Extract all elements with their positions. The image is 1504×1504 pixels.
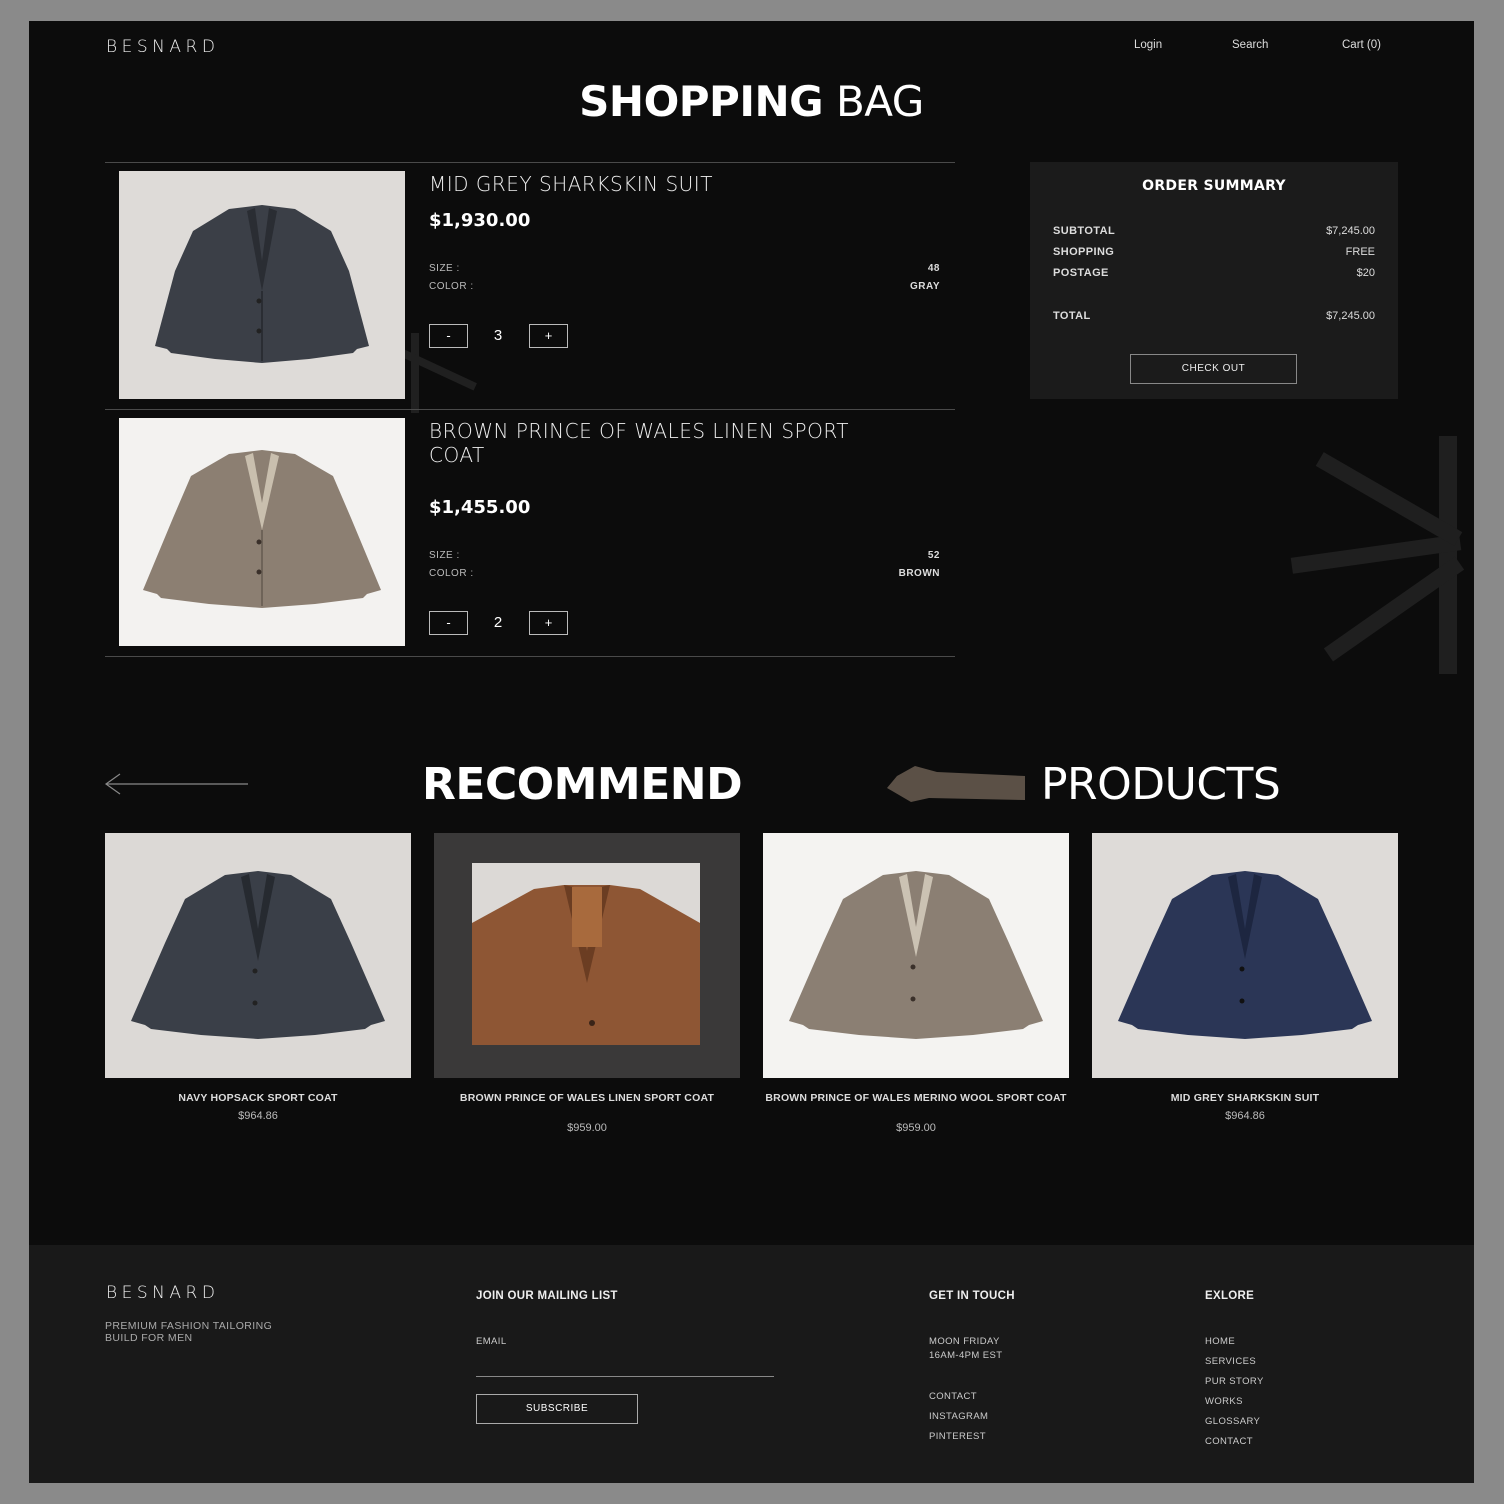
- decrease-quantity-button[interactable]: -: [429, 324, 468, 348]
- mailing-list-title: JOIN OUR MAILING LIST: [476, 1290, 618, 1302]
- product-card-name[interactable]: BROWN PRINCE OF WALES LINEN SPORT COAT: [434, 1092, 740, 1104]
- cart-item-price: $1,930.00: [429, 210, 531, 231]
- jacket-image-icon: [472, 863, 700, 1045]
- explore-link-story[interactable]: PUR STORY: [1205, 1376, 1264, 1387]
- product-card-image[interactable]: [105, 833, 411, 1078]
- jacket-image-icon: [155, 205, 369, 363]
- product-card-price: $964.86: [1225, 1110, 1265, 1122]
- divider: [105, 162, 955, 163]
- cart-item-name[interactable]: BROWN PRINCE OF WALES LINEN SPORT COAT: [429, 419, 909, 467]
- increase-quantity-button[interactable]: +: [529, 611, 568, 635]
- product-card-name[interactable]: BROWN PRINCE OF WALES MERINO WOOL SPORT …: [763, 1092, 1069, 1104]
- main-section: BESNARD Login Search Cart (0) SHOPPING B…: [29, 21, 1474, 1245]
- footer: BESNARD PREMIUM FASHION TAILORING BUILD …: [29, 1245, 1474, 1483]
- increase-quantity-button[interactable]: +: [529, 324, 568, 348]
- page-title-light: BAG: [835, 77, 924, 126]
- tie-decoration-icon: [887, 766, 1025, 802]
- explore-link-services[interactable]: SERVICES: [1205, 1356, 1256, 1367]
- login-link[interactable]: Login: [1134, 39, 1162, 51]
- product-card-price: $964.86: [238, 1110, 278, 1122]
- decorative-asterisk: [1439, 436, 1457, 674]
- brand-logo[interactable]: BESNARD: [106, 37, 219, 57]
- shipping-label: SHOPPING: [1053, 246, 1115, 258]
- page-frame: BESNARD Login Search Cart (0) SHOPPING B…: [29, 21, 1474, 1483]
- product-card-price: $959.00: [896, 1122, 936, 1134]
- recommend-title-bold: RECOMMEND: [422, 759, 743, 810]
- decorative-stroke: [1290, 534, 1462, 574]
- subtotal-label: SUBTOTAL: [1053, 225, 1116, 237]
- footer-tagline: PREMIUM FASHION TAILORING: [105, 1320, 273, 1332]
- product-card-name[interactable]: NAVY HOPSACK SPORT COAT: [105, 1092, 411, 1104]
- shipping-value: FREE: [1345, 246, 1375, 258]
- footer-tagline: BUILD FOR MEN: [105, 1332, 193, 1344]
- decrease-quantity-button[interactable]: -: [429, 611, 468, 635]
- color-value: BROWN: [898, 568, 940, 579]
- product-card-image[interactable]: [763, 833, 1069, 1078]
- size-label: SIZE :: [429, 263, 460, 274]
- explore-link-home[interactable]: HOME: [1205, 1336, 1235, 1347]
- explore-link-glossary[interactable]: GLOSSARY: [1205, 1416, 1260, 1427]
- recommend-title-light: PRODUCTS: [1041, 759, 1281, 810]
- product-card-image[interactable]: [1092, 833, 1398, 1078]
- get-in-touch-title: GET IN TOUCH: [929, 1290, 1015, 1302]
- arrow-left-icon[interactable]: [104, 773, 250, 795]
- size-value: 48: [927, 263, 940, 274]
- cart-item-image[interactable]: [119, 171, 405, 399]
- quantity-value: 3: [493, 327, 503, 344]
- explore-link-contact[interactable]: CONTACT: [1205, 1436, 1253, 1447]
- decorative-stroke: [411, 333, 419, 413]
- cart-item-name[interactable]: MID GREY SHARKSKIN SUIT: [429, 172, 949, 196]
- jacket-image-icon: [131, 871, 385, 1039]
- order-summary-title: ORDER SUMMARY: [1142, 178, 1286, 194]
- product-card-name[interactable]: MID GREY SHARKSKIN SUIT: [1092, 1092, 1398, 1104]
- pinterest-link[interactable]: PINTEREST: [929, 1431, 986, 1442]
- subtotal-value: $7,245.00: [1326, 225, 1375, 237]
- subscribe-button[interactable]: SUBSCRIBE: [476, 1394, 638, 1424]
- hours-text: MOON FRIDAY: [929, 1336, 1000, 1347]
- order-summary-panel: ORDER SUMMARY SUBTOTAL $7,245.00 SHOPPIN…: [1030, 162, 1398, 399]
- email-label: EMAIL: [476, 1336, 507, 1347]
- size-value: 52: [927, 550, 940, 561]
- postage-label: POSTAGE: [1053, 267, 1109, 279]
- page-title-bold: SHOPPING: [579, 77, 824, 126]
- checkout-button[interactable]: CHECK OUT: [1130, 354, 1297, 384]
- jacket-image-icon: [789, 871, 1043, 1039]
- total-label: TOTAL: [1053, 310, 1091, 322]
- divider: [105, 409, 955, 410]
- total-value: $7,245.00: [1326, 310, 1375, 322]
- cart-item-price: $1,455.00: [429, 497, 531, 518]
- jacket-image-icon: [143, 450, 381, 608]
- size-label: SIZE :: [429, 550, 460, 561]
- page-title: SHOPPING BAG: [29, 77, 1474, 126]
- footer-brand-logo[interactable]: BESNARD: [106, 1283, 219, 1303]
- hours-text: 16AM-4PM EST: [929, 1350, 1003, 1361]
- jacket-image-icon: [1118, 871, 1372, 1039]
- quantity-value: 2: [493, 614, 503, 631]
- product-card-image[interactable]: [434, 833, 740, 1078]
- color-label: COLOR :: [429, 281, 474, 292]
- cart-item-image[interactable]: [119, 418, 405, 646]
- explore-title: EXLORE: [1205, 1290, 1255, 1302]
- instagram-link[interactable]: INSTAGRAM: [929, 1411, 988, 1422]
- cart-link[interactable]: Cart (0): [1342, 39, 1381, 51]
- contact-link[interactable]: CONTACT: [929, 1391, 977, 1402]
- explore-link-works[interactable]: WORKS: [1205, 1396, 1243, 1407]
- postage-value: $20: [1356, 267, 1375, 279]
- email-field[interactable]: [476, 1353, 774, 1377]
- divider: [105, 656, 955, 657]
- search-link[interactable]: Search: [1232, 39, 1268, 51]
- color-value: GRAY: [910, 281, 940, 292]
- color-label: COLOR :: [429, 568, 474, 579]
- product-card-price: $959.00: [567, 1122, 607, 1134]
